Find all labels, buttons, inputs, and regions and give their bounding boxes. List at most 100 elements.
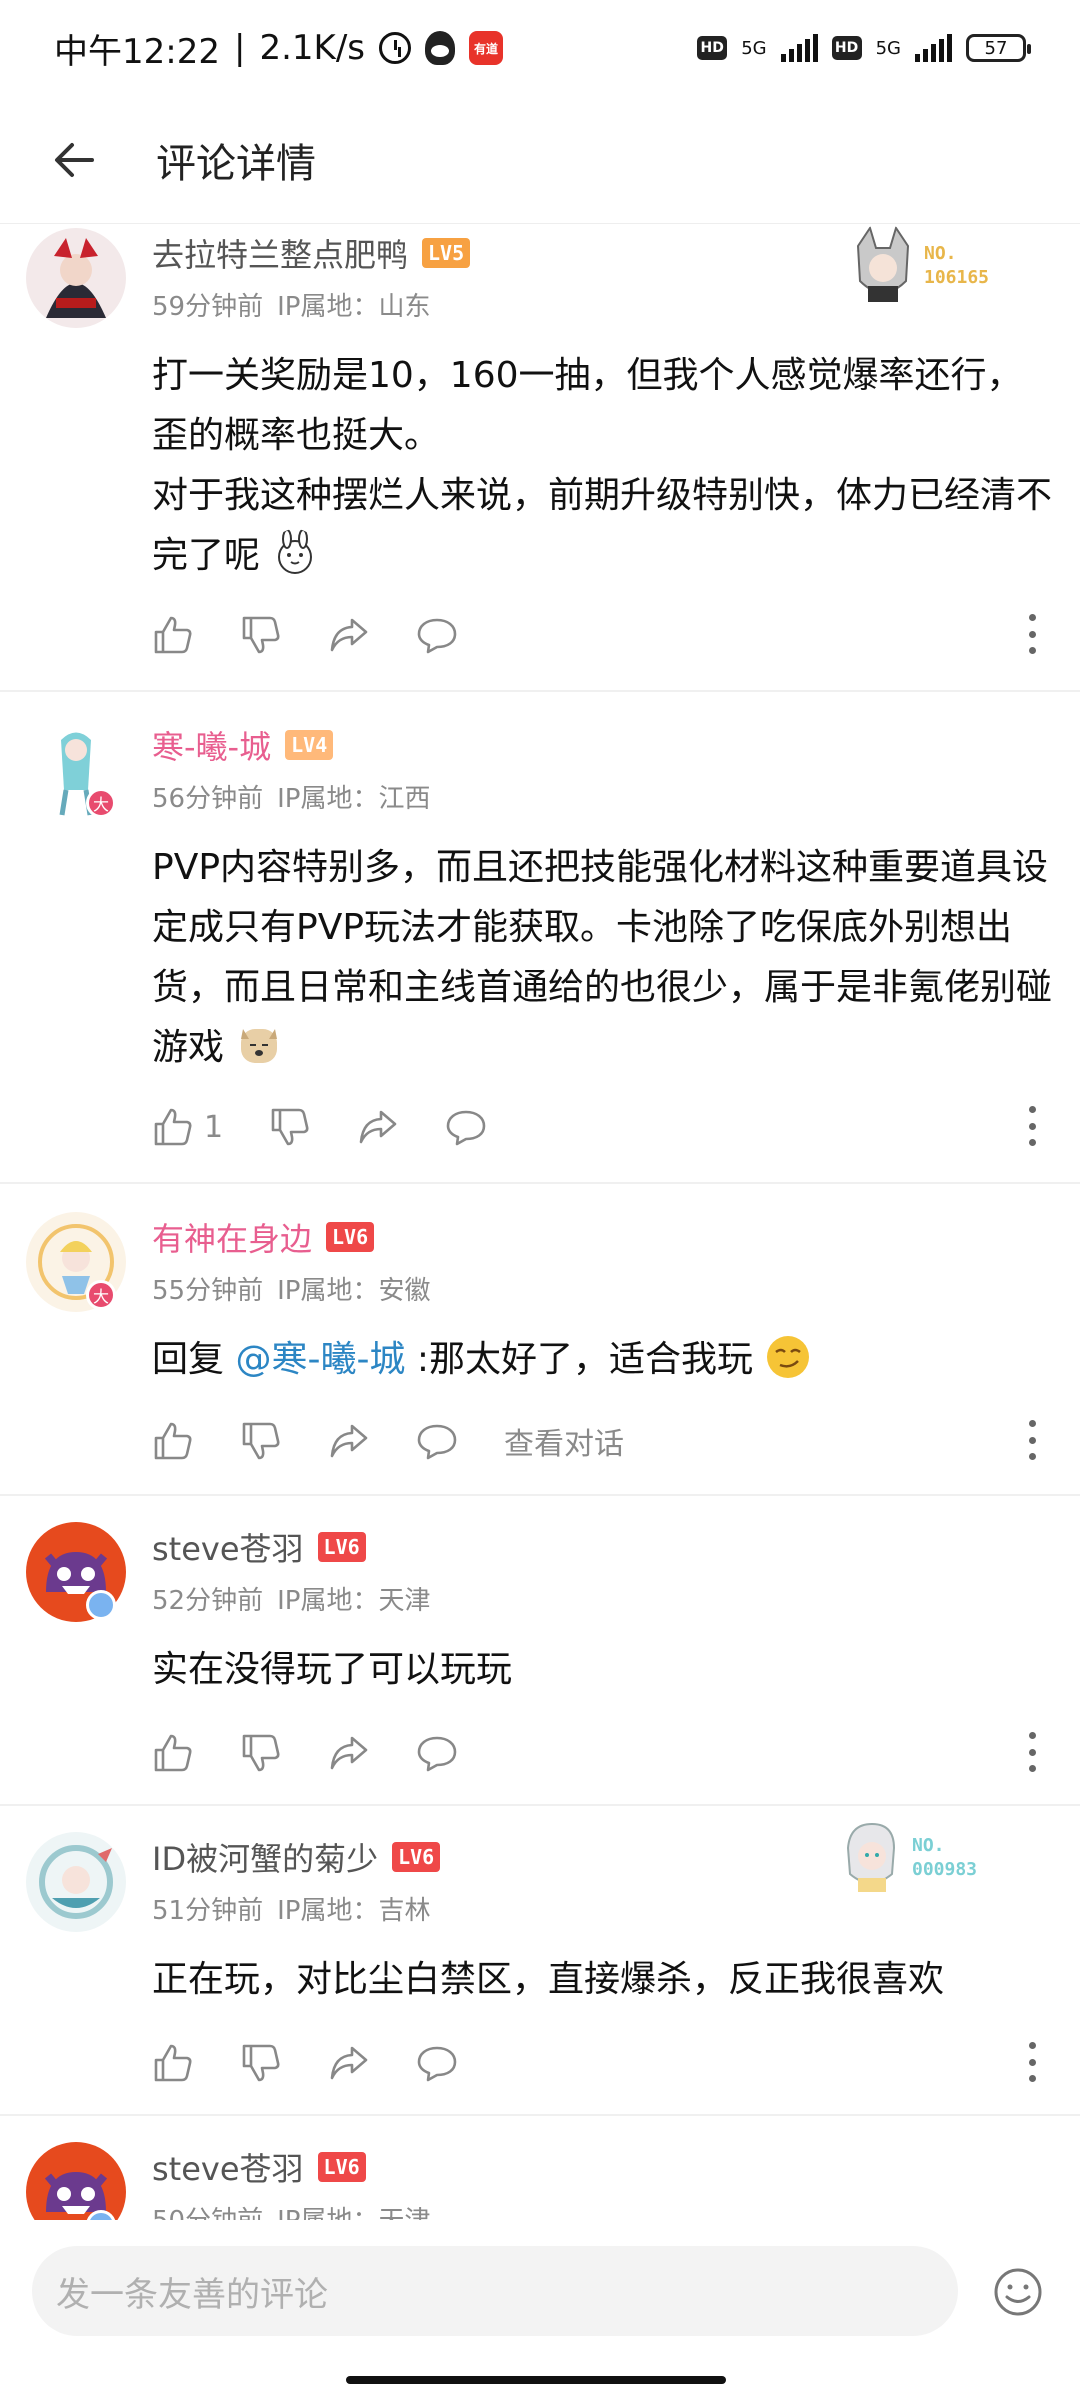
fan-medal[interactable]: NO. 000983 (836, 1818, 977, 1898)
level-badge: LV6 (392, 1842, 441, 1872)
more-icon (1028, 1732, 1036, 1739)
status-time: 中午12:22 (54, 31, 220, 72)
username-text: ID被河蟹的菊少 (152, 1840, 379, 1878)
comment-username[interactable]: 寒-曦-城 LV4 (152, 722, 334, 768)
status-left: 中午12:22 | 2.1K/s 有道 (54, 24, 503, 73)
reply-button[interactable] (416, 614, 458, 656)
avatar[interactable] (26, 2142, 126, 2220)
more-icon (1028, 1106, 1036, 1113)
dislike-button[interactable] (240, 1420, 282, 1462)
more-button[interactable] (1026, 2042, 1038, 2082)
back-button[interactable] (48, 134, 100, 186)
comment-username[interactable]: steve苍羽 LV6 (152, 2144, 366, 2190)
username-text: 有神在身边 (152, 1220, 313, 1258)
comment-icon (446, 1110, 486, 1146)
share-button[interactable] (328, 1420, 370, 1462)
share-button[interactable] (357, 1106, 399, 1148)
status-bar: 中午12:22 | 2.1K/s 有道 HD 5G HD 5G 57 (0, 0, 1080, 96)
comment-item: steve苍羽 LV6 50分钟前 IP属地：天津 (0, 2116, 1080, 2220)
fan-medal[interactable]: NO. 106165 (848, 226, 989, 306)
like-count: 1 (204, 1109, 224, 1145)
comment-text: 正在玩，对比尘白禁区，直接爆杀，反正我很喜欢 (152, 1950, 1052, 2010)
reply-button[interactable] (416, 1420, 458, 1462)
comment-actions: 查看对话 (152, 1416, 624, 1466)
mention-link[interactable]: @寒-曦-城 (235, 1339, 405, 1380)
comment-ip: IP属地：江西 (277, 784, 431, 814)
comment-ip: IP属地：天津 (277, 2206, 430, 2220)
comment-text: PVP内容特别多，而且还把技能强化材料这种重要道具设定成只有PVP玩法才能获取。… (152, 838, 1052, 1078)
share-button[interactable] (328, 2042, 370, 2084)
view-conversation-link[interactable]: 查看对话 (504, 1419, 624, 1463)
share-button[interactable] (328, 614, 370, 656)
more-button[interactable] (1026, 1732, 1038, 1772)
like-icon (154, 1108, 192, 1146)
more-icon-dot (1028, 2058, 1036, 2066)
like-button[interactable]: 1 (152, 1106, 223, 1148)
comment-icon (417, 2046, 457, 2082)
comment-username[interactable]: steve苍羽 LV6 (152, 1524, 366, 1570)
more-icon-dot (1028, 647, 1036, 654)
more-icon (1028, 1420, 1036, 1427)
more-icon-dot (1028, 1436, 1036, 1444)
comment-time: 55分钟前 (152, 1276, 264, 1306)
comment-time: 50分钟前 (152, 2206, 263, 2220)
like-button[interactable] (152, 1732, 194, 1774)
dislike-button[interactable] (240, 1732, 282, 1774)
share-button[interactable] (328, 1732, 370, 1774)
avatar-image (26, 1832, 126, 1932)
comment-meta: 50分钟前 IP属地：天津 (152, 2200, 430, 2220)
medal-label: NO. (912, 1835, 945, 1856)
like-icon (154, 2044, 192, 2082)
comment-meta: 52分钟前 IP属地：天津 (152, 1580, 430, 1617)
comment-item: 大 寒-曦-城 LV4 56分钟前 IP属地：江西 PVP内容特别多，而且还把技能… (0, 692, 1080, 1184)
comment-item: 去拉特兰整点肥鸭 LV5 59分钟前 IP属地：山东 NO. 106165 打一关… (0, 226, 1080, 692)
more-button[interactable] (1026, 1420, 1038, 1460)
comment-content: 实在没得玩了可以玩玩 (152, 1649, 513, 1690)
comment-input[interactable]: 发一条友善的评论 (32, 2246, 958, 2336)
more-button[interactable] (1026, 1106, 1038, 1146)
reply-button[interactable] (416, 2042, 458, 2084)
comment-username[interactable]: ID被河蟹的菊少 LV6 (152, 1834, 441, 1880)
avatar[interactable] (26, 1832, 126, 1932)
more-icon-dot (1028, 1139, 1036, 1146)
more-button[interactable] (1026, 614, 1038, 654)
more-icon (1028, 614, 1036, 621)
signal-icon (915, 34, 952, 62)
level-badge: LV6 (326, 1222, 375, 1252)
more-icon-dot (1028, 630, 1036, 638)
home-indicator[interactable] (346, 2376, 726, 2384)
reply-button[interactable] (445, 1106, 487, 1148)
dislike-button[interactable] (240, 614, 282, 656)
dislike-button[interactable] (269, 1106, 311, 1148)
comment-username[interactable]: 有神在身边 LV6 (152, 1214, 375, 1260)
avatar-image (26, 2142, 126, 2220)
share-icon (330, 1424, 368, 1458)
comment-ip: IP属地：吉林 (277, 1896, 431, 1926)
like-button[interactable] (152, 2042, 194, 2084)
emoji-icon[interactable] (992, 2266, 1044, 2318)
dog-emoji-icon (241, 1029, 278, 1063)
level-badge: LV6 (317, 1532, 366, 1562)
comment-time: 56分钟前 (152, 784, 264, 814)
avatar[interactable] (26, 228, 126, 328)
username-text: 寒-曦-城 (152, 728, 272, 766)
like-button[interactable] (152, 1420, 194, 1462)
comment-ip: IP属地：安徽 (277, 1276, 431, 1306)
medal-label: NO. (924, 243, 957, 264)
comment-username[interactable]: 去拉特兰整点肥鸭 LV5 (152, 230, 471, 276)
medal-figure-icon (856, 226, 910, 302)
medal-number: 000983 (912, 1859, 978, 1880)
comment-content: PVP内容特别多，而且还把技能强化材料这种重要道具设定成只有PVP玩法才能获取。… (152, 847, 1053, 1068)
dislike-button[interactable] (240, 2042, 282, 2084)
bunny-emoji-icon (278, 529, 313, 574)
signal-icon (780, 34, 818, 62)
medal-figure-icon (846, 1822, 896, 1892)
avatar-image (26, 228, 126, 328)
reply-button[interactable] (416, 1732, 458, 1774)
like-button[interactable] (152, 614, 194, 656)
comment-list[interactable]: 去拉特兰整点肥鸭 LV5 59分钟前 IP属地：山东 NO. 106165 打一关… (0, 226, 1080, 2220)
share-icon (330, 1736, 368, 1770)
comment-input-bar: 发一条友善的评论 (0, 2220, 1080, 2400)
comment-actions (152, 1728, 504, 1778)
comment-content: 正在玩，对比尘白禁区，直接爆杀，反正我很喜欢 (152, 1959, 945, 2000)
